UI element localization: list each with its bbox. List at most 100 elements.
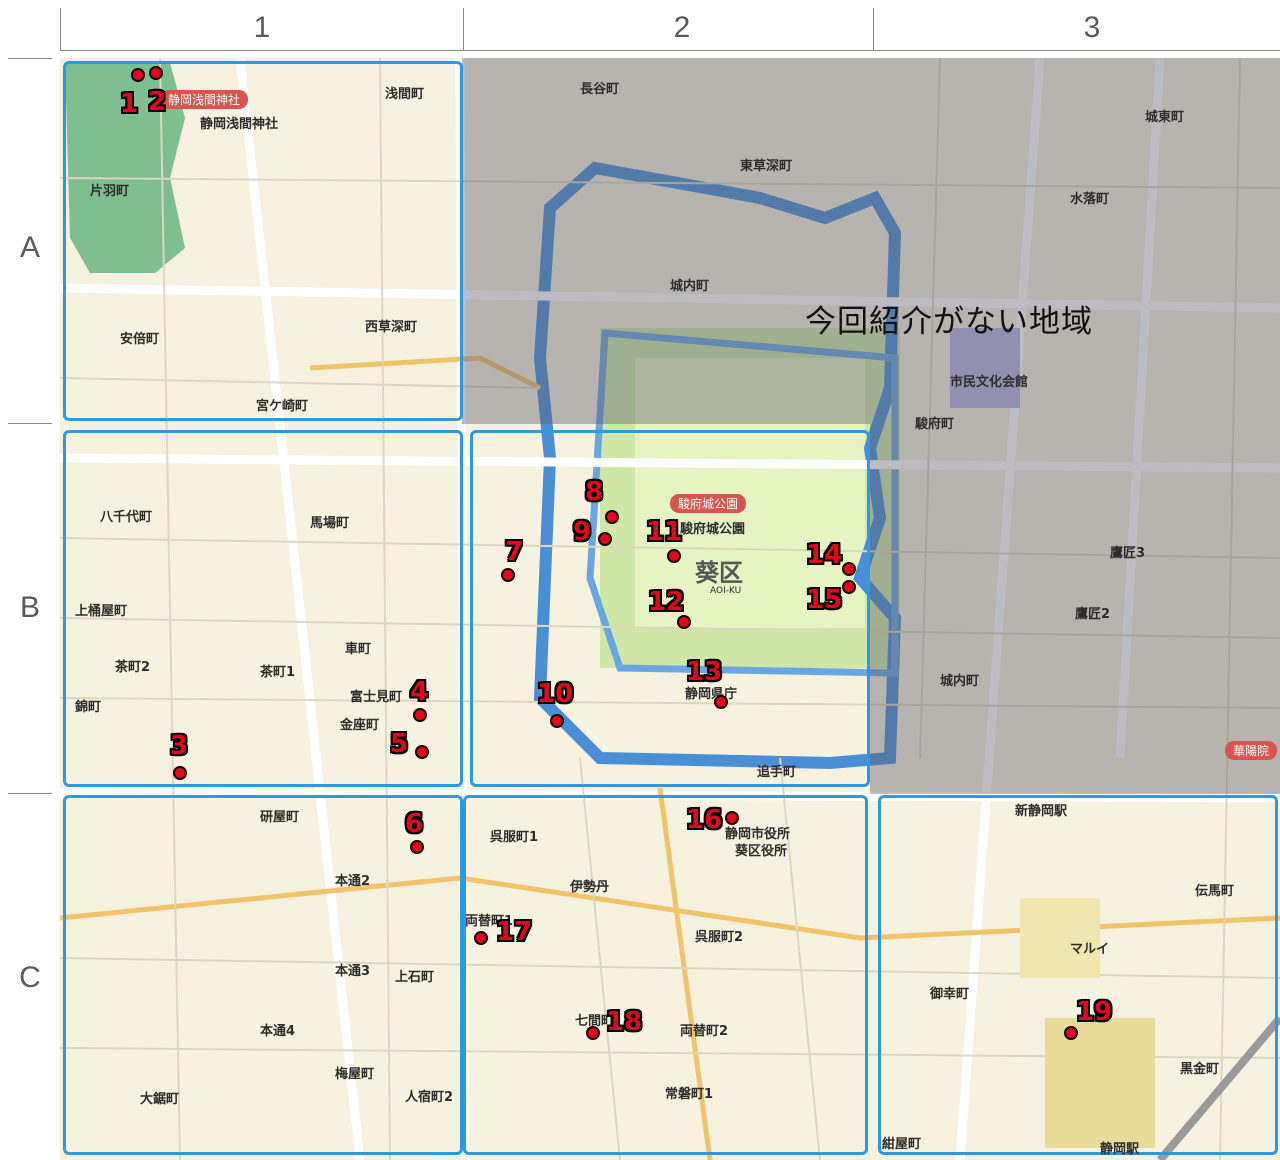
place-jokucho: 上石町 (395, 970, 435, 985)
place-gofukucho2: 呉服町2 (695, 930, 744, 945)
place-hondori3: 本通3 (335, 964, 371, 979)
marker-14-label[interactable]: 14 (806, 541, 842, 569)
marker-17-label[interactable]: 17 (496, 918, 532, 946)
place-kurokanecho: 黒金町 (1180, 1062, 1220, 1077)
place-nishikusabukacho: 西草深町 (365, 320, 418, 335)
place-yachiyocho: 八千代町 (100, 510, 153, 525)
place-kurumamachi: 車町 (345, 642, 372, 657)
marker-13-pin[interactable] (714, 695, 728, 709)
place-jonaicho-2: 城内町 (940, 674, 980, 689)
place-ogiyamachi: 大鋸町 (140, 1092, 180, 1107)
place-nakajukucho2: 人宿町2 (405, 1090, 454, 1105)
marker-1-pin[interactable] (131, 68, 145, 82)
place-gokochomachi: 御幸町 (930, 987, 970, 1002)
marker-9-label[interactable]: 9 (573, 518, 591, 546)
place-mizuochicho: 水落町 (1070, 192, 1110, 207)
place-shimin-bunka-kaikan: 市民文化会館 (950, 375, 1029, 390)
marker-12-pin[interactable] (677, 615, 691, 629)
marker-10-label[interactable]: 10 (537, 680, 573, 708)
badge-asama-jinja: 静岡浅間神社 (160, 90, 249, 109)
marker-19-label[interactable]: 19 (1076, 998, 1112, 1026)
marker-5-label[interactable]: 5 (390, 730, 408, 758)
place-jonaicho: 城内町 (670, 279, 710, 294)
row-label-c: C (19, 961, 41, 994)
place-kinzacho: 金座町 (340, 718, 380, 733)
column-divider-0 (60, 8, 61, 50)
column-divider-2 (873, 8, 874, 50)
place-kamiokecho: 上桶屋町 (75, 604, 128, 619)
marker-4-pin[interactable] (413, 708, 427, 722)
marker-16-label[interactable]: 16 (686, 806, 722, 834)
marker-18-label[interactable]: 18 (606, 1008, 642, 1036)
place-chamachi2: 茶町2 (115, 660, 151, 675)
marker-10-pin[interactable] (550, 714, 564, 728)
place-asamacho: 浅間町 (385, 87, 425, 102)
column-label-1: 1 (253, 11, 271, 44)
place-shin-shizuoka-eki: 新静岡駅 (1015, 804, 1068, 819)
marker-8-pin[interactable] (605, 510, 619, 524)
marker-1-label[interactable]: 1 (120, 90, 138, 118)
marker-8-label[interactable]: 8 (585, 478, 603, 506)
row-divider-0 (8, 58, 52, 59)
marker-11-label[interactable]: 11 (646, 518, 682, 546)
marker-9-pin[interactable] (598, 532, 612, 546)
place-takajo2: 鷹匠2 (1075, 607, 1111, 622)
marker-2-label[interactable]: 2 (148, 88, 166, 116)
marker-3-pin[interactable] (173, 766, 187, 780)
place-hondori4: 本通4 (260, 1024, 296, 1039)
landmark-aoi-kuyakusho: 葵区役所 (735, 844, 788, 859)
marker-17-pin[interactable] (474, 931, 488, 945)
place-ryogaecho2: 両替町2 (680, 1024, 729, 1039)
marker-14-pin[interactable] (842, 562, 856, 576)
marker-18-pin[interactable] (586, 1026, 600, 1040)
marker-16-pin[interactable] (725, 811, 739, 825)
place-katabacho: 片羽町 (90, 184, 130, 199)
place-chamachi1: 茶町1 (260, 665, 296, 680)
ward-sub: AOI-KU (710, 586, 742, 596)
landmark-asama-shrine: 静岡浅間神社 (200, 117, 279, 132)
column-divider-1 (463, 8, 464, 50)
marker-11-pin[interactable] (667, 549, 681, 563)
place-shizuoka-eki: 静岡駅 (1100, 1142, 1140, 1157)
marker-15-pin[interactable] (842, 580, 856, 594)
marker-3-label[interactable]: 3 (170, 732, 188, 760)
marker-6-pin[interactable] (410, 840, 424, 854)
place-babacho: 馬場町 (310, 516, 350, 531)
place-dembacho: 伝馬町 (1195, 884, 1235, 899)
place-koyamachi: 紺屋町 (882, 1137, 922, 1152)
place-isetan: 伊勢丹 (570, 880, 610, 895)
place-otemachi: 追手町 (757, 765, 797, 780)
marker-6-label[interactable]: 6 (405, 810, 423, 838)
column-label-3: 3 (1083, 11, 1101, 44)
place-higashikusabukacho: 東草深町 (740, 159, 793, 174)
marker-19-pin[interactable] (1064, 1026, 1078, 1040)
column-label-2: 2 (673, 11, 691, 44)
place-miyagasakicho: 宮ケ崎町 (256, 399, 309, 414)
column-rule (60, 50, 1280, 51)
badge-kayoin: 華陽院 (1225, 741, 1278, 760)
marker-13-label[interactable]: 13 (686, 658, 722, 686)
map: 今回紹介がない地域 片羽町 安倍町 浅間町 西草深町 宮ケ崎町 長谷町 東草深町… (60, 58, 1280, 1160)
badge-sunpu-park: 駿府城公園 (670, 494, 747, 513)
place-sunpucho: 駿府町 (915, 417, 955, 432)
marker-7-label[interactable]: 7 (505, 538, 523, 566)
place-marui: マルイ (1070, 942, 1110, 957)
place-hondori2: 本通2 (335, 874, 371, 889)
marker-4-label[interactable]: 4 (410, 678, 428, 706)
marker-5-pin[interactable] (415, 745, 429, 759)
place-nishikicho: 錦町 (75, 700, 102, 715)
place-anzaicho: 安倍町 (120, 332, 160, 347)
place-jotocho: 城東町 (1145, 110, 1185, 125)
place-tokiwacho1: 常磐町1 (665, 1087, 714, 1102)
place-fujimicho: 富士見町 (350, 690, 403, 705)
marker-12-label[interactable]: 12 (648, 588, 684, 616)
ward-name: 葵区 (695, 559, 743, 587)
place-takajo3: 鷹匠3 (1110, 546, 1146, 561)
row-divider-1 (8, 423, 52, 424)
marker-15-label[interactable]: 15 (806, 586, 842, 614)
place-togiyacho: 研屋町 (260, 810, 300, 825)
marker-7-pin[interactable] (501, 568, 515, 582)
section-c3[interactable] (878, 795, 1278, 1155)
no-intro-label: 今回紹介がない地域 (805, 304, 1093, 340)
marker-2-pin[interactable] (149, 66, 163, 80)
